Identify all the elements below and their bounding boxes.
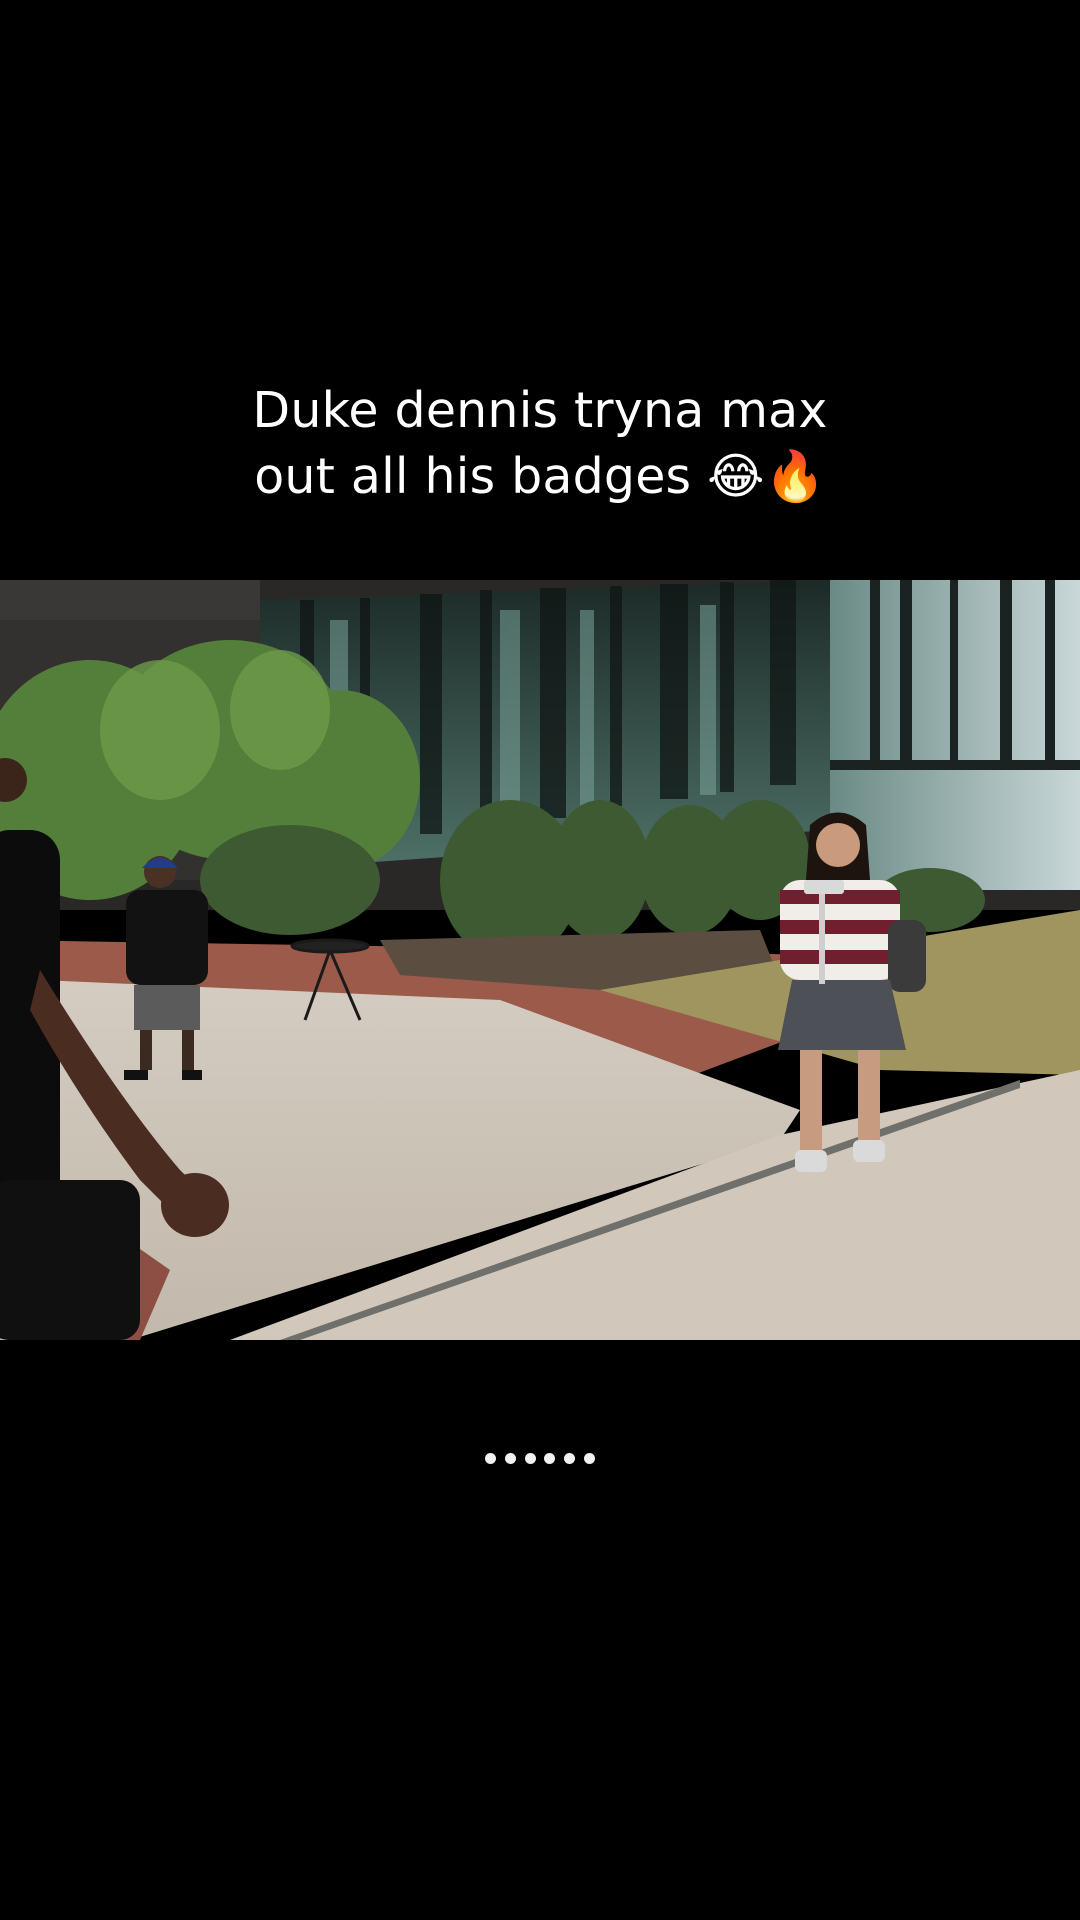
- loading-dots-icon: [485, 1451, 595, 1465]
- video-frame[interactable]: [0, 580, 1080, 1340]
- loading-dot: [564, 1452, 576, 1464]
- caption-line-1: Duke dennis tryna max: [252, 382, 828, 439]
- loading-dot: [544, 1452, 556, 1464]
- loading-dot: [524, 1452, 536, 1464]
- loading-dot: [504, 1452, 516, 1464]
- video-scene-image: [0, 580, 1080, 1340]
- caption-line-2: out all his badges 😂🔥: [254, 448, 826, 505]
- loading-dot: [485, 1452, 496, 1464]
- video-caption: Duke dennis tryna max out all his badges…: [90, 378, 990, 510]
- tiktok-video-screen: Duke dennis tryna max out all his badges…: [0, 0, 1080, 1920]
- loading-dot: [583, 1452, 595, 1464]
